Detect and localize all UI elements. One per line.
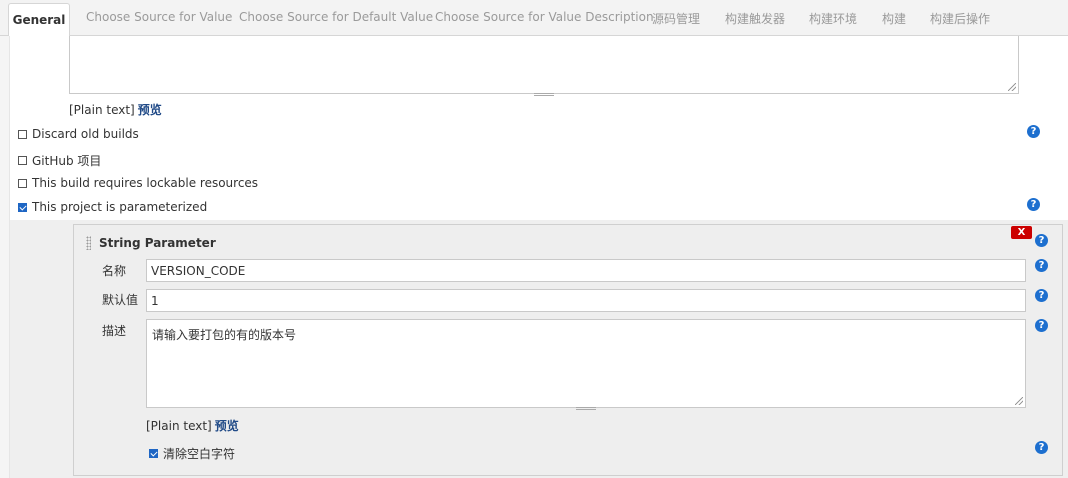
help-icon[interactable]: ?: [1035, 319, 1048, 332]
plain-text-label: [Plain text]: [69, 103, 135, 117]
project-description-textarea[interactable]: [69, 36, 1019, 96]
trim-whitespace-checkbox[interactable]: [149, 449, 158, 458]
default-value-label: 默认值: [102, 293, 139, 307]
textarea-resize-grip[interactable]: [576, 407, 596, 410]
discard-old-builds-label: Discard old builds: [32, 127, 139, 141]
option-lockable-resources[interactable]: This build requires lockable resources: [18, 176, 258, 190]
help-icon[interactable]: ?: [1035, 259, 1048, 272]
option-github-project[interactable]: GitHub 项目: [18, 152, 101, 169]
description-label: 描述: [102, 324, 127, 338]
parameterized-label: This project is parameterized: [32, 200, 208, 214]
help-icon[interactable]: ?: [1027, 198, 1040, 211]
tab-build-triggers[interactable]: 构建触发器: [725, 10, 785, 27]
parameter-description-text: 请输入要打包的有的版本号: [152, 328, 297, 342]
resize-handle-icon[interactable]: [1008, 83, 1016, 91]
parameter-name-input[interactable]: [146, 259, 1026, 282]
preview-link[interactable]: 预览: [215, 419, 239, 433]
help-icon[interactable]: ?: [1035, 289, 1048, 302]
drag-handle-icon[interactable]: [86, 236, 91, 250]
tab-post-build-actions[interactable]: 构建后操作: [930, 10, 990, 27]
section-tab-bar: General Choose Source for Value Choose S…: [0, 0, 1068, 37]
default-value-input[interactable]: [146, 289, 1026, 312]
trim-whitespace-label: 清除空白字符: [163, 447, 236, 461]
tab-build-environment[interactable]: 构建环境: [809, 10, 857, 27]
textarea-resize-grip[interactable]: [534, 93, 554, 96]
discard-old-builds-checkbox[interactable]: [18, 129, 27, 139]
left-gutter: [0, 36, 10, 478]
tab-source-code-management[interactable]: 源码管理: [652, 10, 700, 27]
tab-choose-source-default-value[interactable]: Choose Source for Default Value: [239, 10, 433, 24]
preview-link[interactable]: 预览: [138, 103, 162, 117]
tab-choose-source-value-description[interactable]: Choose Source for Value Description: [435, 10, 654, 24]
description-format-line: [Plain text] 预览: [69, 101, 162, 118]
parameter-description-textarea[interactable]: 请输入要打包的有的版本号: [146, 319, 1026, 410]
option-parameterized[interactable]: This project is parameterized: [18, 200, 207, 214]
resize-handle-icon[interactable]: [1015, 397, 1023, 405]
option-discard-old-builds[interactable]: Discard old builds: [18, 127, 139, 141]
tab-build[interactable]: 构建: [882, 10, 906, 27]
tab-choose-source-value[interactable]: Choose Source for Value: [86, 10, 232, 24]
name-label: 名称: [102, 264, 127, 278]
delete-parameter-button[interactable]: X: [1011, 226, 1032, 239]
parameterized-checkbox[interactable]: [18, 202, 27, 212]
lockable-resources-label: This build requires lockable resources: [32, 176, 259, 190]
help-icon[interactable]: ?: [1035, 441, 1048, 454]
help-icon[interactable]: ?: [1027, 125, 1040, 138]
plain-text-label: [Plain text]: [146, 419, 212, 433]
help-icon[interactable]: ?: [1035, 234, 1048, 247]
lockable-resources-checkbox[interactable]: [18, 178, 27, 188]
job-config-page: General Choose Source for Value Choose S…: [0, 0, 1068, 478]
tab-general[interactable]: General: [8, 3, 70, 37]
parameter-title: String Parameter: [99, 236, 216, 250]
github-project-checkbox[interactable]: [18, 156, 27, 165]
github-project-label: GitHub 项目: [32, 154, 102, 168]
parameter-description-format-line: [Plain text] 预览: [146, 417, 239, 434]
option-trim-whitespace[interactable]: 清除空白字符: [149, 445, 235, 462]
